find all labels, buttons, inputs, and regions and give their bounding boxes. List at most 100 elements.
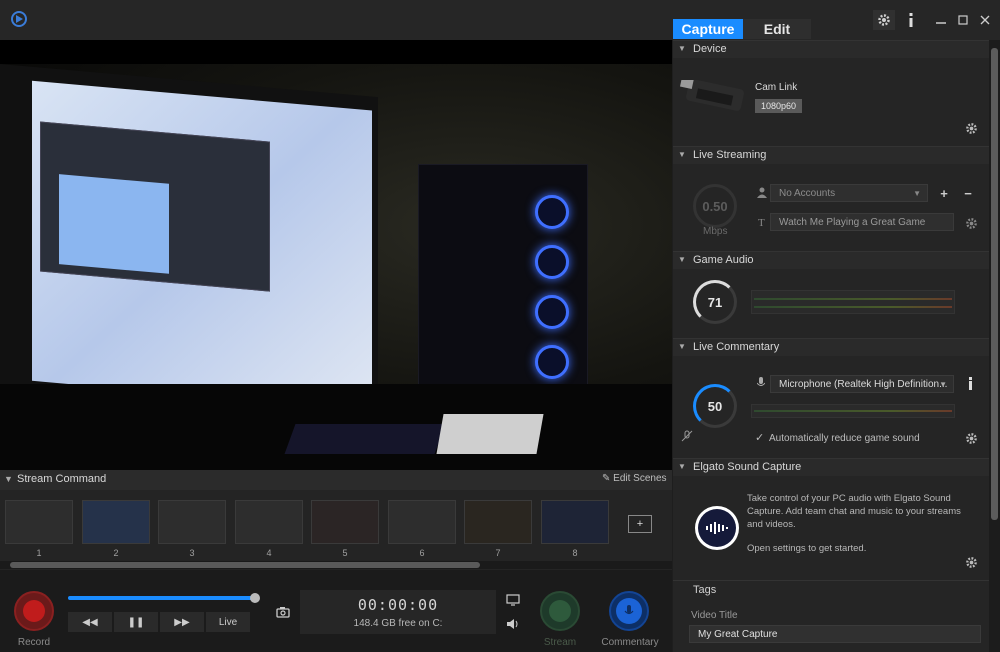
sound-capture-description: Take control of your PC audio with Elgat… — [747, 493, 961, 530]
settings-gear-icon[interactable] — [873, 10, 895, 30]
scene-thumb-2[interactable] — [82, 500, 150, 544]
live-commentary-section-header[interactable]: ▼ Live Commentary — [673, 338, 989, 356]
scene-number: 8 — [572, 548, 578, 558]
add-account-button[interactable]: + — [935, 184, 953, 202]
game-audio-level: 71 — [707, 294, 723, 310]
monitor-icon[interactable] — [504, 592, 522, 608]
free-space: 148.4 GB free on C: — [353, 618, 443, 629]
collapse-arrow-icon: ▼ — [678, 255, 686, 264]
section-title: Game Audio — [693, 254, 754, 266]
bitrate-value: 0.50 — [702, 198, 728, 214]
scene-thumb-6[interactable] — [388, 500, 456, 544]
tags-section-title: Tags — [693, 584, 717, 596]
microphone-name: Microphone (Realtek High Definition... — [779, 378, 948, 390]
collapse-arrow-icon: ▼ — [678, 342, 686, 351]
stream-title-value: Watch Me Playing a Great Game — [779, 216, 926, 228]
pause-button[interactable]: ❚❚ — [114, 612, 158, 632]
scene-thumb-3[interactable] — [158, 500, 226, 544]
game-audio-section-header[interactable]: ▼ Game Audio — [673, 251, 989, 269]
playback-progress[interactable] — [68, 596, 256, 600]
scene-scrollbar[interactable] — [0, 561, 672, 569]
accounts-dropdown[interactable]: No Accounts ▼ — [770, 184, 928, 202]
sound-capture-settings-gear-icon[interactable] — [963, 554, 979, 570]
close-icon[interactable] — [978, 13, 992, 27]
edit-scenes-link[interactable]: ✎ Edit Scenes — [602, 473, 667, 484]
section-title: Live Commentary — [693, 341, 780, 353]
bitrate-dial: 0.50 — [693, 184, 737, 228]
video-preview[interactable] — [0, 40, 672, 470]
title-text-icon: T — [758, 217, 765, 229]
microphone-icon — [616, 598, 642, 624]
commentary-label: Commentary — [601, 637, 659, 648]
scene-number: 2 — [113, 548, 119, 558]
add-scene-button[interactable]: + — [628, 515, 652, 533]
progress-handle[interactable] — [250, 593, 260, 603]
remove-account-button[interactable]: − — [959, 184, 977, 202]
checkbox-checkmark-icon[interactable]: ✓ — [755, 431, 764, 444]
section-title: Device — [693, 43, 727, 55]
resolution-badge[interactable]: 1080p60 — [755, 99, 803, 113]
scene-thumb-5[interactable] — [311, 500, 379, 544]
device-section-header[interactable]: ▼ Device — [673, 40, 989, 58]
speaker-icon[interactable] — [504, 616, 522, 632]
scene-number: 6 — [419, 548, 425, 558]
scene-thumb-4[interactable] — [235, 500, 303, 544]
record-timer: 00:00:00 — [357, 596, 439, 614]
settings-panel: ▼ Device Cam Link 1080p60 ▼ Live Streami… — [673, 40, 989, 652]
tab-edit[interactable]: Edit — [743, 19, 811, 39]
live-streaming-section-header[interactable]: ▼ Live Streaming — [673, 146, 989, 164]
video-title-input[interactable]: My Great Capture — [689, 625, 981, 643]
record-label: Record — [17, 637, 51, 648]
record-button[interactable] — [14, 591, 54, 631]
scene-thumb-1[interactable] — [5, 500, 73, 544]
info-icon[interactable] — [900, 10, 922, 30]
scene-thumb-8[interactable] — [541, 500, 609, 544]
video-title-value: My Great Capture — [698, 628, 778, 640]
stream-label: Stream — [543, 637, 577, 648]
stream-title-input[interactable]: Watch Me Playing a Great Game — [770, 213, 954, 231]
commentary-dial[interactable]: 50 — [693, 384, 737, 428]
bitrate-unit: Mbps — [703, 226, 728, 237]
camera-feed — [0, 64, 672, 470]
microphone-icon — [756, 377, 766, 392]
timer-panel: 00:00:00 148.4 GB free on C: — [300, 590, 496, 634]
scene-thumb-7[interactable] — [464, 500, 532, 544]
camera-icon[interactable] — [273, 602, 293, 622]
mute-mic-icon[interactable] — [681, 430, 693, 445]
commentary-button[interactable] — [609, 591, 649, 631]
app-logo-icon[interactable] — [11, 11, 27, 27]
game-audio-dial[interactable]: 71 — [693, 280, 737, 324]
user-icon — [757, 187, 767, 201]
video-title-label: Video Title — [691, 610, 738, 621]
scene-number: 7 — [495, 548, 501, 558]
maximize-icon[interactable] — [956, 13, 970, 27]
collapse-arrow-icon: ▼ — [678, 462, 686, 471]
mousepad-image — [436, 414, 544, 454]
stream-command-header: ▼ Stream Command ✎ Edit Scenes — [0, 470, 672, 490]
auto-reduce-label[interactable]: Automatically reduce game sound — [769, 433, 920, 444]
rewind-button[interactable]: ◀◀ — [68, 612, 112, 632]
title-bar: Capture Edit — [0, 0, 1000, 40]
stream-button[interactable] — [540, 591, 580, 631]
sound-capture-section-header[interactable]: ▼ Elgato Sound Capture — [673, 458, 989, 476]
scene-number: 1 — [36, 548, 42, 558]
resolution-value: 1080p60 — [761, 101, 797, 111]
sound-capture-logo — [695, 506, 739, 550]
commentary-settings-gear-icon[interactable] — [963, 430, 979, 446]
section-title: Elgato Sound Capture — [693, 461, 802, 473]
game-audio-meter — [751, 290, 955, 314]
device-settings-gear-icon[interactable] — [963, 120, 979, 136]
panel-scrollbar[interactable] — [989, 40, 1000, 652]
forward-button[interactable]: ▶▶ — [160, 612, 204, 632]
microphone-dropdown[interactable]: Microphone (Realtek High Definition... ▼ — [770, 375, 954, 393]
minimize-icon[interactable] — [934, 13, 948, 27]
transport-bar: Record ◀◀ ❚❚ ▶▶ Live 00:00:00 148.4 GB f… — [0, 570, 672, 652]
stream-command-title: Stream Command — [17, 473, 107, 485]
collapse-arrow-icon: ▼ — [678, 150, 686, 159]
microphone-info-icon[interactable] — [968, 377, 973, 393]
commentary-level: 50 — [707, 398, 723, 414]
streaming-settings-gear-icon[interactable] — [963, 215, 979, 231]
tab-capture[interactable]: Capture — [673, 19, 743, 39]
live-button[interactable]: Live — [206, 612, 250, 632]
collapse-arrow-icon[interactable]: ▼ — [4, 474, 13, 484]
